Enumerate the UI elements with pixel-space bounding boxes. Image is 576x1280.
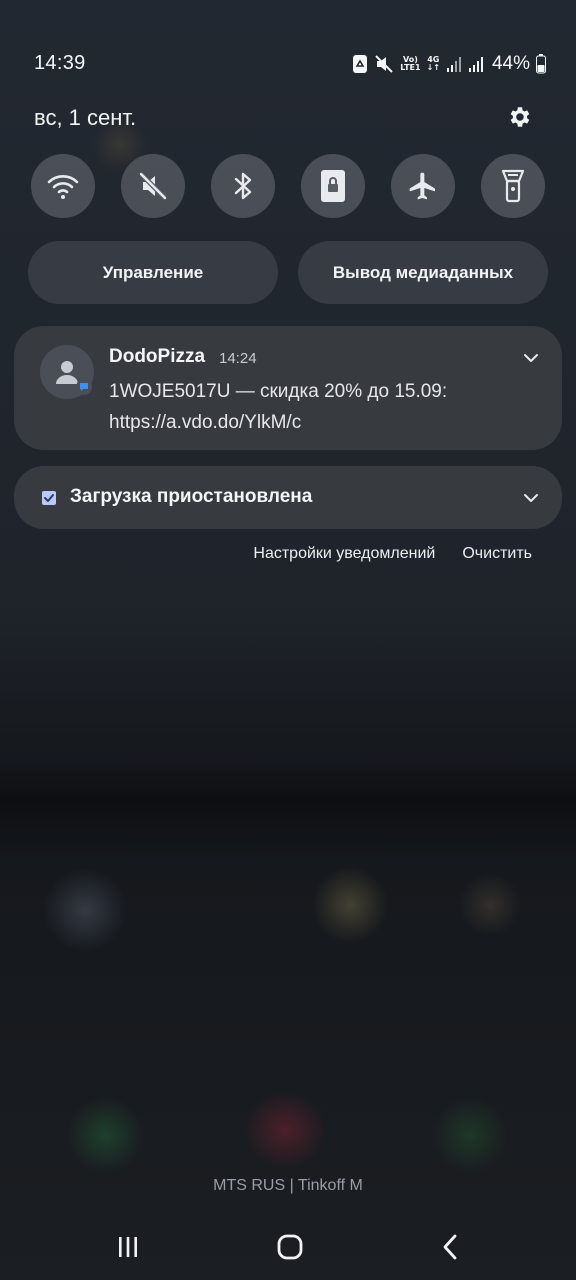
device-control-button[interactable]: Управление xyxy=(28,241,278,304)
recents-icon xyxy=(119,1237,137,1257)
recents-button[interactable] xyxy=(108,1231,148,1263)
message-badge-icon xyxy=(76,379,92,395)
notification-text: 1WOJE5017U — скидка 20% до 15.09: https:… xyxy=(109,381,448,433)
expand-notification-button[interactable] xyxy=(521,348,541,368)
airplane-mode-tile[interactable] xyxy=(391,154,455,218)
flashlight-icon xyxy=(501,169,525,203)
chevron-down-icon xyxy=(524,354,538,362)
wifi-tile[interactable] xyxy=(31,154,95,218)
gear-icon xyxy=(510,107,530,127)
clear-all-link[interactable]: Очистить xyxy=(462,545,532,563)
home-icon xyxy=(277,1234,303,1260)
media-output-button[interactable]: Вывод медиаданных xyxy=(298,241,548,304)
flashlight-tile[interactable] xyxy=(481,154,545,218)
navigation-bar xyxy=(0,1215,576,1280)
recycle-notification-icon xyxy=(352,54,368,74)
mute-icon xyxy=(374,54,394,74)
status-time: 14:39 xyxy=(34,52,86,74)
network-type-icon: 4G ↓↑ xyxy=(426,55,440,72)
bluetooth-tile[interactable] xyxy=(211,154,275,218)
notification-app-name: DodoPizza xyxy=(109,346,206,367)
back-button[interactable] xyxy=(430,1231,470,1263)
notification-settings-link[interactable]: Настройки уведомлений xyxy=(253,545,435,563)
bluetooth-icon xyxy=(234,172,252,200)
notification-actions: Настройки уведомлений Очистить xyxy=(253,545,532,563)
chevron-down-icon xyxy=(524,494,538,502)
notification-card[interactable]: DodoPizza 14:24 1WOJE5017U — скидка 20% … xyxy=(14,326,562,450)
sound-tile[interactable] xyxy=(121,154,185,218)
signal-sim2-icon xyxy=(468,55,484,73)
download-app-icon xyxy=(42,491,56,505)
orientation-lock-tile[interactable] xyxy=(301,154,365,218)
back-chevron-icon xyxy=(443,1234,457,1260)
expand-download-button[interactable] xyxy=(521,488,541,508)
carrier-label: MTS RUS | Tinkoff M xyxy=(213,1177,363,1194)
settings-button[interactable] xyxy=(504,102,534,132)
download-title: Загрузка приостановлена xyxy=(70,486,313,507)
airplane-icon xyxy=(409,172,435,200)
download-notification-card[interactable]: Загрузка приостановлена xyxy=(14,466,562,529)
date-label: вс, 1 сент. xyxy=(34,105,137,130)
sound-muted-icon xyxy=(139,172,167,200)
home-button[interactable] xyxy=(270,1231,310,1263)
portrait-lock-icon xyxy=(321,170,345,202)
notification-time: 14:24 xyxy=(219,350,257,367)
signal-sim1-icon xyxy=(446,55,462,73)
volte-icon: Vo) LTE1 xyxy=(400,55,421,72)
battery-icon xyxy=(536,54,546,74)
notification-shade: 14:39 Vo) LTE1 4G ↓↑ 44% вс, 1 сент. Упр… xyxy=(0,0,576,1280)
battery-percentage: 44% xyxy=(491,53,530,74)
status-icons: Vo) LTE1 4G ↓↑ 44% xyxy=(352,50,546,78)
quick-settings-tiles xyxy=(31,154,545,218)
wifi-icon xyxy=(47,175,79,199)
